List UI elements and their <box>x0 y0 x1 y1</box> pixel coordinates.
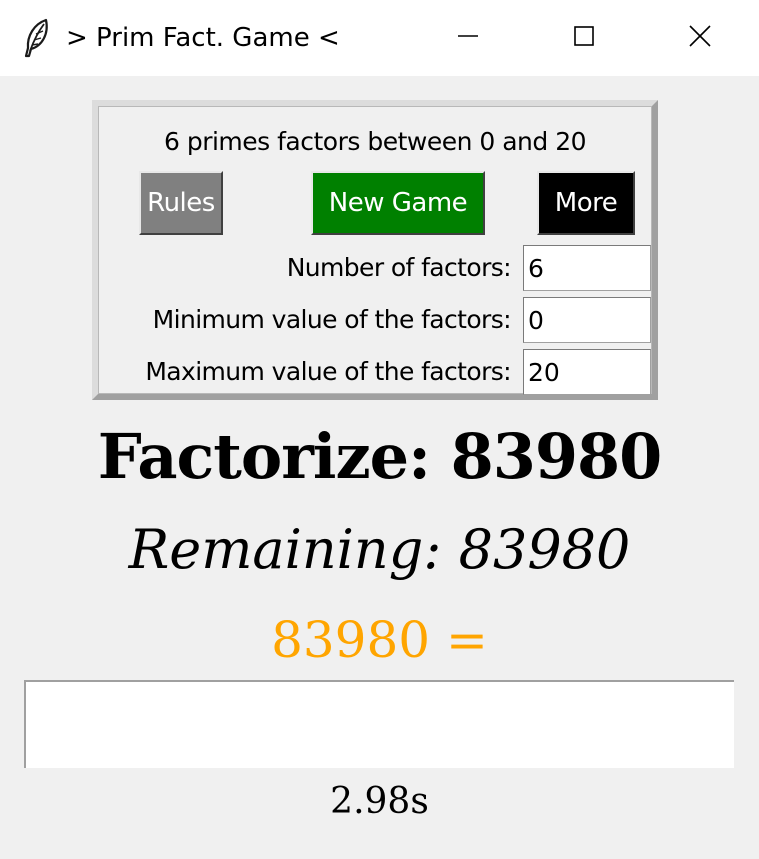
timer-display: 2.98s <box>330 781 429 822</box>
title-bar[interactable]: > Prim Fact. Game < <box>0 0 759 76</box>
maximize-button[interactable] <box>526 0 642 76</box>
factorize-heading: Factorize: 83980 <box>97 420 663 493</box>
equation-display: 83980 = <box>271 611 488 669</box>
maximum-value-label: Maximum value of the factors: <box>145 357 511 386</box>
remaining-display: Remaining: 83980 <box>128 518 631 581</box>
window-title: > Prim Fact. Game < <box>66 23 340 53</box>
close-button[interactable] <box>642 0 758 76</box>
minimum-value-input[interactable] <box>523 297 651 343</box>
maximum-value-input[interactable] <box>523 349 651 395</box>
feather-icon <box>22 18 52 58</box>
minimum-value-label: Minimum value of the factors: <box>152 305 512 334</box>
number-of-factors-input[interactable] <box>523 245 651 291</box>
rules-button[interactable]: Rules <box>139 171 223 235</box>
maximize-icon <box>574 26 594 50</box>
new-game-button[interactable]: New Game <box>311 171 485 235</box>
more-button[interactable]: More <box>537 171 635 235</box>
close-icon <box>689 25 711 51</box>
number-of-factors-label: Number of factors: <box>286 253 512 282</box>
minimize-button[interactable] <box>410 0 526 76</box>
app-window: > Prim Fact. Game < 6 primes factors bet… <box>0 0 759 859</box>
settings-panel-inner: 6 primes factors between 0 and 20 Rules … <box>98 106 652 395</box>
minimize-icon <box>458 26 478 50</box>
answer-input[interactable] <box>24 680 734 768</box>
settings-caption: 6 primes factors between 0 and 20 <box>163 127 587 156</box>
settings-panel: 6 primes factors between 0 and 20 Rules … <box>92 100 658 400</box>
